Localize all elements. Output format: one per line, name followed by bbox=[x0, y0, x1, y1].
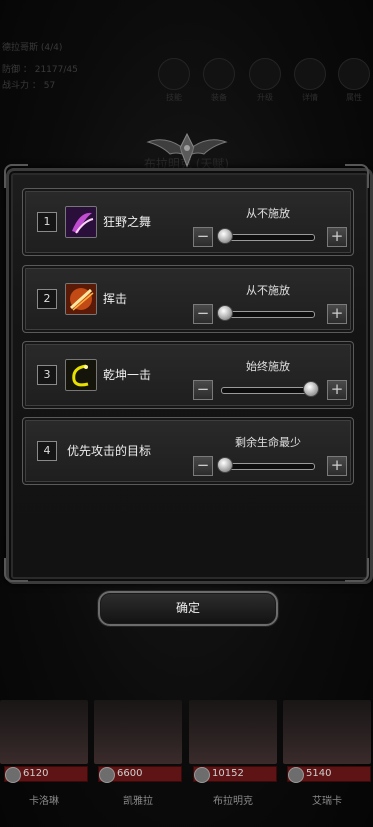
skill-number: 4 bbox=[37, 441, 57, 461]
increase-button[interactable]: + bbox=[327, 380, 347, 400]
bg-nav-item: 属性 bbox=[338, 58, 370, 102]
cast-mode-slider[interactable] bbox=[221, 234, 315, 241]
increase-button[interactable]: + bbox=[327, 227, 347, 247]
hero-hp: 6120 bbox=[23, 768, 49, 779]
hero-name: 布拉明克 bbox=[213, 796, 253, 807]
hp-bar: 6120 bbox=[4, 766, 88, 783]
cast-mode-slider[interactable] bbox=[221, 387, 315, 394]
slider-knob[interactable] bbox=[217, 457, 233, 473]
hero-hp: 6600 bbox=[117, 768, 143, 779]
hero-card[interactable]: 6600 凯雅拉 bbox=[92, 700, 184, 810]
frame-corner bbox=[4, 558, 28, 582]
hero-portrait bbox=[94, 700, 182, 764]
bg-nav-item: 详情 bbox=[294, 58, 326, 102]
hero-portrait bbox=[283, 700, 371, 764]
skill-name: 乾坤一击 bbox=[103, 368, 152, 382]
winged-crest-icon bbox=[146, 132, 228, 168]
skill-row: 2 挥击 从不施放 − + bbox=[22, 265, 354, 333]
slider-knob[interactable] bbox=[217, 305, 233, 321]
bg-info-line: 德拉哥斯 (4/4) bbox=[2, 43, 63, 53]
skill-name: 狂野之舞 bbox=[103, 215, 152, 229]
hero-hp: 10152 bbox=[212, 768, 244, 779]
cast-mode-label: 从不施放 bbox=[246, 284, 290, 297]
target-mode-slider[interactable] bbox=[221, 463, 315, 470]
decrease-button[interactable]: − bbox=[193, 456, 213, 476]
hero-card[interactable]: 10152 布拉明克 bbox=[187, 700, 279, 810]
skill-row: 3 乾坤一击 始终施放 − + bbox=[22, 341, 354, 409]
hero-card[interactable]: 5140 艾瑞卡 bbox=[281, 700, 373, 810]
attack-icon bbox=[99, 767, 115, 783]
bg-nav-item: 装备 bbox=[203, 58, 235, 102]
hero-portrait bbox=[189, 700, 277, 764]
hero-portrait bbox=[0, 700, 88, 764]
target-priority-label: 优先攻击的目标 bbox=[67, 444, 152, 458]
decrease-button[interactable]: − bbox=[193, 227, 213, 247]
hp-bar: 6600 bbox=[98, 766, 182, 783]
hero-name: 卡洛琳 bbox=[29, 796, 59, 807]
frame-corner bbox=[4, 164, 28, 188]
skill-number: 1 bbox=[37, 212, 57, 232]
decrease-button[interactable]: − bbox=[193, 380, 213, 400]
hp-bar: 5140 bbox=[287, 766, 371, 783]
bg-info-line: 战斗力 ： 57 bbox=[2, 81, 56, 91]
cast-mode-label: 从不施放 bbox=[246, 207, 290, 220]
heaven-earth-strike-icon bbox=[65, 359, 97, 391]
hero-name: 艾瑞卡 bbox=[312, 796, 342, 807]
skill-row: 1 狂野之舞 从不施放 − + bbox=[22, 188, 354, 256]
slider-knob[interactable] bbox=[303, 381, 319, 397]
increase-button[interactable]: + bbox=[327, 456, 347, 476]
confirm-button[interactable]: 确定 bbox=[98, 591, 278, 626]
hp-bar: 10152 bbox=[193, 766, 277, 783]
bg-info-line: 防御 ： 21177/45 bbox=[2, 65, 78, 75]
hero-hp: 5140 bbox=[306, 768, 332, 779]
attack-icon bbox=[288, 767, 304, 783]
frame-corner bbox=[345, 164, 369, 188]
hero-name: 凯雅拉 bbox=[123, 796, 153, 807]
skill-number: 2 bbox=[37, 289, 57, 309]
target-priority-row: 4 优先攻击的目标 剩余生命最少 − + bbox=[22, 417, 354, 485]
wild-dance-icon bbox=[65, 206, 97, 238]
skill-number: 3 bbox=[37, 365, 57, 385]
attack-icon bbox=[5, 767, 21, 783]
increase-button[interactable]: + bbox=[327, 304, 347, 324]
slash-icon bbox=[65, 283, 97, 315]
slider-knob[interactable] bbox=[217, 228, 233, 244]
hero-card[interactable]: 6120 卡洛琳 bbox=[0, 700, 90, 810]
cast-mode-slider[interactable] bbox=[221, 311, 315, 318]
cast-mode-label: 始终施放 bbox=[246, 360, 290, 373]
frame-corner bbox=[345, 558, 369, 582]
bg-nav-item: 技能 bbox=[158, 58, 190, 102]
decrease-button[interactable]: − bbox=[193, 304, 213, 324]
attack-icon bbox=[194, 767, 210, 783]
bg-nav-item: 升级 bbox=[249, 58, 281, 102]
target-mode-label: 剩余生命最少 bbox=[235, 436, 301, 449]
skill-name: 挥击 bbox=[103, 292, 128, 306]
